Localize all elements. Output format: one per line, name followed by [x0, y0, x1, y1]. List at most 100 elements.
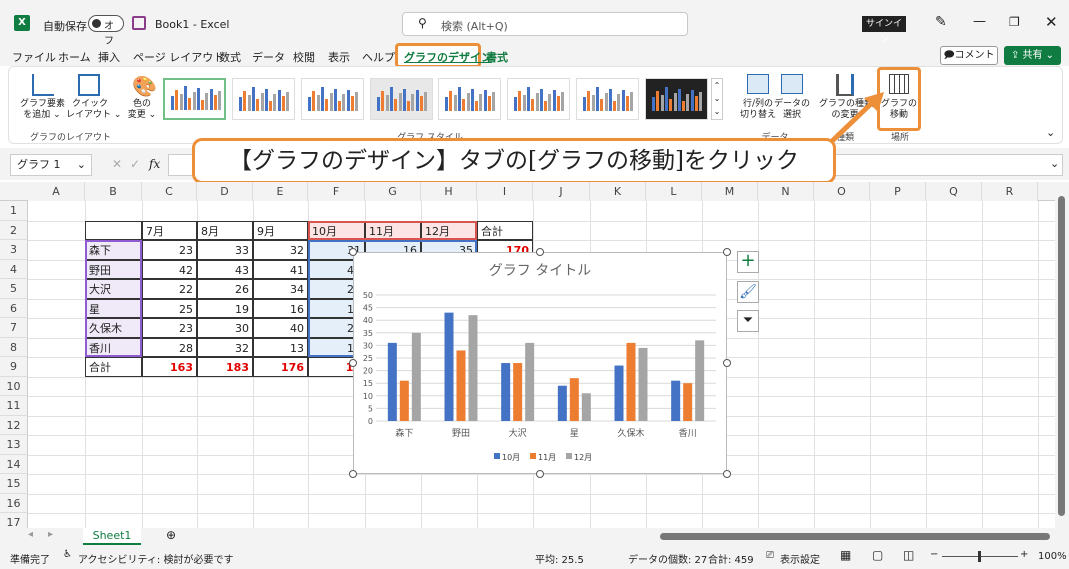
- resize-handle[interactable]: [349, 359, 357, 367]
- save-icon[interactable]: [132, 16, 146, 30]
- table-value[interactable]: 40: [253, 318, 308, 338]
- chart-elements-button[interactable]: +: [737, 251, 759, 273]
- table-value[interactable]: 25: [142, 298, 197, 318]
- enter-icon[interactable]: ✓: [130, 157, 140, 171]
- zoom-in-icon[interactable]: +: [1020, 549, 1028, 560]
- column-header[interactable]: D: [197, 182, 253, 201]
- tab-chart-design[interactable]: グラフのデザイン: [395, 43, 492, 68]
- column-header[interactable]: I: [477, 182, 533, 201]
- row-header[interactable]: 11: [0, 396, 28, 416]
- row-header[interactable]: 3: [0, 240, 28, 260]
- column-header[interactable]: M: [702, 182, 758, 201]
- row-header[interactable]: 17: [0, 513, 28, 528]
- tab-page-layout[interactable]: ページ レイアウト: [133, 49, 224, 65]
- tab-file[interactable]: ファイル: [12, 49, 56, 65]
- row-header[interactable]: 5: [0, 279, 28, 299]
- resize-handle[interactable]: [723, 470, 731, 478]
- table-corner[interactable]: [85, 220, 142, 240]
- table-header[interactable]: 10月: [308, 220, 365, 240]
- row-name[interactable]: 大沢: [85, 279, 142, 299]
- column-header[interactable]: B: [85, 182, 142, 201]
- row-header[interactable]: 12: [0, 415, 28, 435]
- table-value[interactable]: 26: [197, 279, 253, 299]
- add-sheet-icon[interactable]: ⊕: [166, 528, 176, 542]
- row-name[interactable]: 星: [85, 298, 142, 318]
- chart-style-thumb[interactable]: [232, 78, 295, 120]
- autosave-toggle[interactable]: オフ: [88, 15, 124, 47]
- chart-style-thumb[interactable]: [301, 78, 364, 120]
- vertical-scrollbar[interactable]: [1055, 182, 1069, 528]
- row-name[interactable]: 野田: [85, 259, 142, 279]
- total-value[interactable]: 176: [253, 357, 308, 377]
- row-header[interactable]: 7: [0, 318, 28, 338]
- tab-formulas[interactable]: 数式: [219, 49, 241, 65]
- total-label[interactable]: 合計: [85, 357, 142, 377]
- table-value[interactable]: 16: [253, 298, 308, 318]
- table-value[interactable]: 32: [253, 240, 308, 260]
- chart-object[interactable]: グラフ タイトル 0 5 10 15 20 25 30 35 40 45 50 森下 野田 大沢 星 久保木 香川…: [353, 252, 727, 474]
- column-header[interactable]: P: [870, 182, 926, 201]
- column-header[interactable]: J: [533, 182, 590, 201]
- next-sheet-icon[interactable]: ▸: [48, 529, 53, 540]
- chart-style-thumb[interactable]: [576, 78, 639, 120]
- table-value[interactable]: 32: [197, 337, 253, 357]
- table-header[interactable]: 8月: [197, 220, 253, 240]
- signin-button[interactable]: サインイン: [862, 16, 906, 45]
- table-header[interactable]: 7月: [142, 220, 197, 240]
- table-value[interactable]: 41: [253, 259, 308, 279]
- status-accessibility[interactable]: アクセシビリティ: 検討が必要です: [78, 551, 233, 566]
- total-value[interactable]: 183: [197, 357, 253, 377]
- fx-icon[interactable]: fx: [149, 157, 160, 171]
- table-header[interactable]: 12月: [421, 220, 477, 240]
- display-settings[interactable]: 表示設定: [780, 551, 820, 566]
- column-header[interactable]: L: [646, 182, 702, 201]
- column-header[interactable]: C: [142, 182, 197, 201]
- table-value[interactable]: 22: [142, 279, 197, 299]
- name-box[interactable]: グラフ 1 ⌄: [10, 154, 92, 176]
- tab-data[interactable]: データ: [252, 49, 285, 65]
- resize-handle[interactable]: [536, 248, 544, 256]
- table-header[interactable]: 11月: [365, 220, 421, 240]
- row-header[interactable]: 16: [0, 493, 28, 513]
- chart-styles-button[interactable]: 🖌: [737, 281, 759, 303]
- cancel-icon[interactable]: ✕: [112, 157, 122, 171]
- column-header[interactable]: G: [365, 182, 421, 201]
- sheet-tab-sheet1[interactable]: Sheet1: [83, 528, 141, 545]
- column-header[interactable]: A: [28, 182, 85, 201]
- row-header[interactable]: 4: [0, 259, 28, 279]
- row-header[interactable]: 1: [0, 201, 28, 221]
- chart-style-thumb[interactable]: [645, 78, 708, 120]
- zoom-out-icon[interactable]: −: [930, 549, 938, 560]
- row-header[interactable]: 15: [0, 474, 28, 494]
- collapse-ribbon-icon[interactable]: ⌄: [1046, 126, 1055, 139]
- table-value[interactable]: 34: [253, 279, 308, 299]
- horizontal-scrollbar[interactable]: [660, 533, 1050, 540]
- column-header[interactable]: O: [814, 182, 870, 201]
- row-header[interactable]: 9: [0, 357, 28, 377]
- normal-view-icon[interactable]: ▦: [840, 548, 851, 562]
- table-header[interactable]: 合計: [477, 220, 533, 240]
- quick-layout-button[interactable]: クイック レイアウト ⌄: [66, 99, 121, 121]
- table-value[interactable]: 19: [197, 298, 253, 318]
- tab-view[interactable]: 表示: [328, 49, 350, 65]
- pen-icon[interactable]: ✎: [935, 14, 947, 30]
- scroll-thumb[interactable]: [1058, 196, 1065, 516]
- column-header[interactable]: R: [982, 182, 1038, 201]
- expand-formula-icon[interactable]: ⌄: [1050, 157, 1059, 170]
- tab-review[interactable]: 校閲: [293, 49, 315, 65]
- column-header[interactable]: N: [758, 182, 814, 201]
- gallery-scroll[interactable]: ⌃ ⌄ ⌄: [711, 78, 723, 120]
- column-header[interactable]: E: [253, 182, 308, 201]
- row-name[interactable]: 森下: [85, 240, 142, 260]
- resize-handle[interactable]: [349, 470, 357, 478]
- total-value[interactable]: 163: [142, 357, 197, 377]
- comment-button[interactable]: 🗩コメント: [940, 46, 998, 65]
- row-header[interactable]: 6: [0, 298, 28, 318]
- table-value[interactable]: 30: [197, 318, 253, 338]
- restore-icon[interactable]: ❐: [1009, 15, 1020, 29]
- chart-style-thumb[interactable]: [507, 78, 570, 120]
- table-value[interactable]: 42: [142, 259, 197, 279]
- resize-handle[interactable]: [723, 248, 731, 256]
- column-header[interactable]: Q: [926, 182, 982, 201]
- table-header[interactable]: 9月: [253, 220, 308, 240]
